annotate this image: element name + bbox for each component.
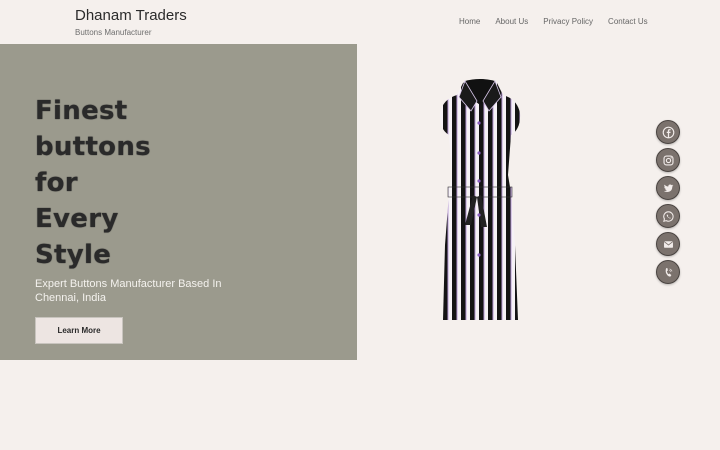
- facebook-icon[interactable]: [656, 120, 680, 144]
- phone-icon[interactable]: [656, 260, 680, 284]
- hero-heading-line: Every: [35, 204, 119, 234]
- email-icon[interactable]: [656, 232, 680, 256]
- main-nav: Home About Us Privacy Policy Contact Us: [459, 17, 648, 26]
- hero-heading-line: buttons: [35, 132, 151, 162]
- instagram-icon[interactable]: [656, 148, 680, 172]
- hero-heading: Finest buttons for Every Style: [35, 93, 235, 273]
- hero-subheading: Expert Buttons Manufacturer Based In Che…: [35, 278, 222, 304]
- twitter-icon[interactable]: [656, 176, 680, 200]
- site-header: Dhanam Traders Buttons Manufacturer Home…: [0, 0, 720, 44]
- hero-heading-line: Style: [35, 240, 112, 270]
- product-image: [425, 75, 535, 325]
- nav-contact-us[interactable]: Contact Us: [608, 17, 648, 26]
- learn-more-button[interactable]: Learn More: [35, 317, 123, 344]
- nav-home[interactable]: Home: [459, 17, 480, 26]
- social-links: [656, 120, 680, 284]
- whatsapp-icon[interactable]: [656, 204, 680, 228]
- hero-heading-line: for: [35, 168, 78, 198]
- nav-about-us[interactable]: About Us: [495, 17, 528, 26]
- brand-tagline: Buttons Manufacturer: [75, 28, 152, 37]
- hero-panel: Finest buttons for Every Style Expert Bu…: [0, 44, 357, 360]
- hero-heading-line: Finest: [35, 96, 128, 126]
- brand-title[interactable]: Dhanam Traders: [75, 7, 187, 24]
- striped-dress-illustration: [439, 79, 521, 320]
- nav-privacy-policy[interactable]: Privacy Policy: [543, 17, 593, 26]
